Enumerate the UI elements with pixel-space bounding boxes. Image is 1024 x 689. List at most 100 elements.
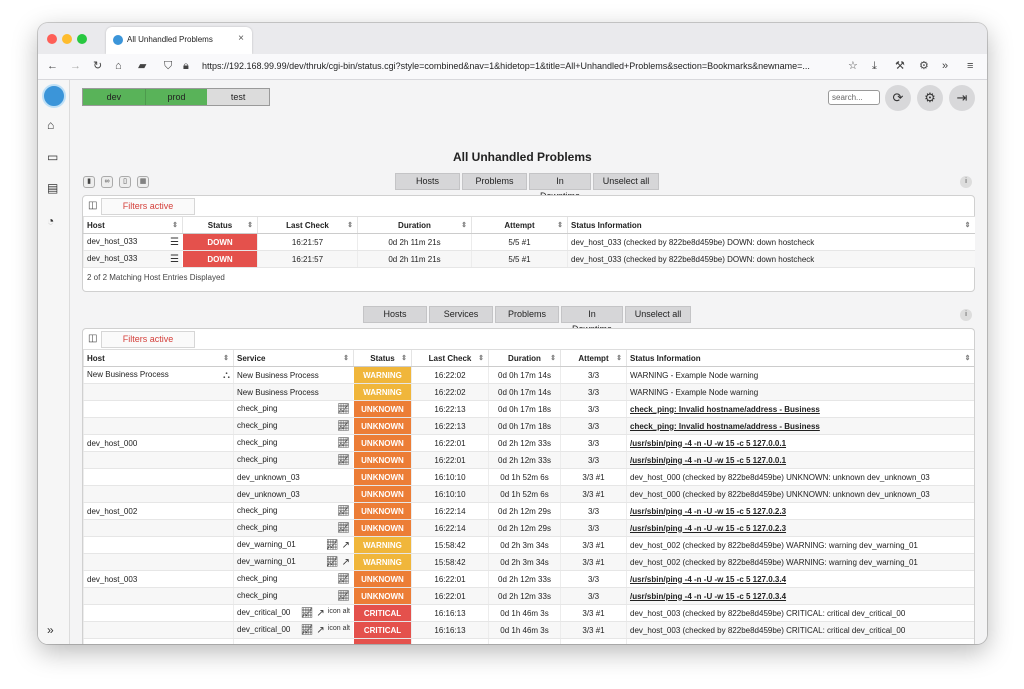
graph-icon[interactable]: 📈︎ bbox=[337, 523, 350, 534]
service-name-cell[interactable]: New Business Process bbox=[233, 383, 354, 401]
graph-icon[interactable]: 📈︎ bbox=[337, 404, 350, 415]
svc-col-header-duration[interactable]: Duration ⇕ bbox=[488, 349, 561, 367]
status-info-cell[interactable]: /usr/sbin/ping -4 -n -U -w 15 -c 5 127.0… bbox=[626, 570, 974, 588]
service-problems-filter-button[interactable]: Problems bbox=[495, 306, 559, 323]
table-row[interactable]: dev_warning_01 ↗ 📈︎ WARNING 15:58:42 0d 2h 3m… bbox=[83, 536, 974, 554]
link-icon[interactable]: ∞ bbox=[101, 176, 113, 188]
service-name-cell[interactable]: check_ping 📈︎ bbox=[233, 434, 354, 452]
document-icon[interactable]: ▯ bbox=[119, 176, 131, 188]
book-icon[interactable]: ▤ bbox=[47, 181, 58, 195]
host-col-header-attempt[interactable]: Attempt ⇕ bbox=[471, 216, 568, 234]
table-row[interactable]: dev_critical_00 icon alt ↗ 📈︎ CRITICAL 16:16:… bbox=[83, 621, 974, 639]
monitor-icon[interactable]: ▭ bbox=[47, 150, 58, 164]
host-name-cell[interactable]: dev_host_000 bbox=[83, 434, 234, 452]
external-link-icon[interactable]: ↗ bbox=[342, 557, 350, 568]
sort-icon[interactable]: ⇕ bbox=[347, 221, 353, 229]
service-name-cell[interactable]: check_ping 📈︎ bbox=[233, 502, 354, 520]
reload-icon[interactable]: ↻ bbox=[93, 59, 102, 73]
service-name-cell[interactable]: dev_critical_00 icon alt ↗ 📈︎ bbox=[233, 621, 354, 639]
host-col-header-last-check[interactable]: Last Check ⇕ bbox=[257, 216, 358, 234]
logout-button[interactable]: ⇥ bbox=[949, 85, 975, 111]
graph-icon[interactable]: 📈︎ bbox=[337, 506, 350, 517]
table-row[interactable]: dev_host_033 ☰ DOWN 16:21:57 0d 2h 11m 21s 5/… bbox=[83, 250, 975, 268]
table-row[interactable]: dev_unknown_03 UNKNOWN 16:10:10 0d 1h 52m 6… bbox=[83, 468, 974, 486]
hosts-filter-button[interactable]: Hosts bbox=[395, 173, 460, 190]
thruk-logo-icon[interactable] bbox=[42, 84, 66, 108]
service-name-cell[interactable]: New Business Process bbox=[233, 366, 354, 384]
table-row[interactable]: dev_critical_08CRITICAL16:07:180d 1h 54m… bbox=[83, 638, 974, 644]
service-columns-icon[interactable]: ◫ bbox=[88, 333, 97, 344]
status-info-cell[interactable]: /usr/sbin/ping -4 -n -U -w 15 -c 5 127.0… bbox=[626, 451, 974, 469]
sort-icon[interactable]: ⇕ bbox=[401, 354, 407, 362]
table-row[interactable]: check_ping 📈︎ UNKNOWN 16:22:13 0d 0h 17m 18s… bbox=[83, 400, 974, 418]
graph-icon[interactable]: 📈︎ bbox=[301, 608, 314, 619]
service-name-cell[interactable]: check_ping 📈︎ bbox=[233, 587, 354, 605]
external-link-icon[interactable]: ↗ bbox=[342, 540, 350, 551]
menu-icon[interactable]: ☰ bbox=[170, 237, 179, 248]
svc-col-header-attempt[interactable]: Attempt ⇕ bbox=[560, 349, 627, 367]
table-row[interactable]: check_ping 📈︎ UNKNOWN 16:22:01 0d 2h 12m 33s… bbox=[83, 451, 974, 469]
service-unselect-all-button[interactable]: Unselect all bbox=[625, 306, 691, 323]
host-col-header-status[interactable]: Status ⇕ bbox=[182, 216, 258, 234]
service-name-cell[interactable]: check_ping 📈︎ bbox=[233, 400, 354, 418]
expand-sidebar-icon[interactable]: » bbox=[47, 623, 54, 637]
table-row[interactable]: New Business Process ⛬ New Business Proces… bbox=[83, 366, 974, 384]
host-name-cell[interactable]: dev_host_033 ☰ bbox=[83, 233, 183, 251]
status-info-cell[interactable]: check_ping: Invalid hostname/address - B… bbox=[626, 417, 974, 435]
graph-icon[interactable]: 📈︎ bbox=[326, 540, 339, 551]
host-col-header-duration[interactable]: Duration ⇕ bbox=[357, 216, 472, 234]
sort-icon[interactable]: ⇕ bbox=[616, 354, 622, 362]
service-hosts-filter-button[interactable]: Hosts bbox=[363, 306, 427, 323]
service-name-cell[interactable]: dev_critical_08 bbox=[233, 638, 354, 644]
home-icon[interactable]: ⌂ bbox=[115, 59, 122, 73]
host-name-cell[interactable]: New Business Process ⛬ bbox=[83, 366, 234, 384]
svc-col-header-last-check[interactable]: Last Check ⇕ bbox=[411, 349, 489, 367]
service-name-cell[interactable]: check_ping 📈︎ bbox=[233, 417, 354, 435]
sort-icon[interactable]: ⇕ bbox=[343, 354, 349, 362]
host-name-cell[interactable]: dev_host_003 bbox=[83, 570, 234, 588]
service-name-cell[interactable]: dev_warning_01 ↗ 📈︎ bbox=[233, 536, 354, 554]
graph-icon[interactable]: 📈︎ bbox=[337, 455, 350, 466]
service-name-cell[interactable]: dev_unknown_03 bbox=[233, 468, 354, 486]
status-info-cell[interactable]: /usr/sbin/ping -4 -n -U -w 15 -c 5 127.0… bbox=[626, 587, 974, 605]
service-name-cell[interactable]: check_ping 📈︎ bbox=[233, 451, 354, 469]
sort-icon[interactable]: ⇕ bbox=[550, 354, 556, 362]
svc-col-header-status[interactable]: Status ⇕ bbox=[353, 349, 412, 367]
graph-icon[interactable]: 📈︎ bbox=[337, 591, 350, 602]
graph-icon[interactable]: 📈︎ bbox=[337, 438, 350, 449]
table-row[interactable]: New Business Process WARNING 16:22:02 0d 0h… bbox=[83, 383, 974, 401]
overflow-chevron-icon[interactable]: » bbox=[942, 59, 948, 73]
host-filters-active-button[interactable]: Filters active bbox=[101, 198, 195, 215]
wrench-icon[interactable]: ⚒ bbox=[895, 59, 905, 73]
service-info-icon[interactable]: i bbox=[960, 309, 972, 321]
menu-icon[interactable]: ≡ bbox=[967, 59, 973, 73]
table-row[interactable]: check_ping 📈︎ UNKNOWN 16:22:01 0d 2h 12m 33s… bbox=[83, 587, 974, 605]
url-text[interactable]: https://192.168.99.99/dev/thruk/cgi-bin/… bbox=[202, 59, 842, 73]
sort-icon[interactable]: ⇕ bbox=[223, 354, 229, 362]
sitemap-icon[interactable]: ⛬ bbox=[223, 370, 230, 381]
sort-icon[interactable]: ⇕ bbox=[557, 221, 563, 229]
services-filter-button[interactable]: Services bbox=[429, 306, 493, 323]
env-test[interactable]: test bbox=[207, 89, 270, 105]
service-name-cell[interactable]: dev_critical_00 icon alt ↗ 📈︎ bbox=[233, 604, 354, 622]
close-tab-icon[interactable]: × bbox=[238, 33, 244, 44]
table-row[interactable]: dev_host_000 check_ping 📈︎ UNKNOWN 16:22:01 0… bbox=[83, 434, 974, 452]
table-row[interactable]: dev_host_002 check_ping 📈︎ UNKNOWN 16:22:14 0… bbox=[83, 502, 974, 520]
service-name-cell[interactable]: check_ping 📈︎ bbox=[233, 519, 354, 537]
problems-filter-button[interactable]: Problems bbox=[462, 173, 527, 190]
graph-icon[interactable]: 📈︎ bbox=[301, 625, 314, 636]
service-name-cell[interactable]: check_ping 📈︎ bbox=[233, 570, 354, 588]
external-link-icon[interactable]: ↗ bbox=[316, 608, 324, 619]
menu-icon[interactable]: ☰ bbox=[170, 254, 179, 265]
table-row[interactable]: check_ping 📈︎ UNKNOWN 16:22:13 0d 0h 17m 18s… bbox=[83, 417, 974, 435]
svc-col-header-status-information[interactable]: Status Information ⇕ bbox=[626, 349, 974, 367]
status-info-cell[interactable]: /usr/sbin/ping -4 -n -U -w 15 -c 5 127.0… bbox=[626, 434, 974, 452]
sort-icon[interactable]: ⇕ bbox=[461, 221, 467, 229]
info-icon[interactable]: i bbox=[960, 176, 972, 188]
refresh-button[interactable]: ⟳ bbox=[885, 85, 911, 111]
table-icon[interactable]: ▦ bbox=[137, 176, 149, 188]
bookmark-star-icon[interactable]: ☆ bbox=[848, 59, 858, 73]
status-info-cell[interactable]: /usr/sbin/ping -4 -n -U -w 15 -c 5 127.0… bbox=[626, 519, 974, 537]
table-row[interactable]: dev_unknown_03 UNKNOWN 16:10:10 0d 1h 52m 6… bbox=[83, 485, 974, 503]
columns-icon[interactable]: ◫ bbox=[88, 200, 97, 211]
